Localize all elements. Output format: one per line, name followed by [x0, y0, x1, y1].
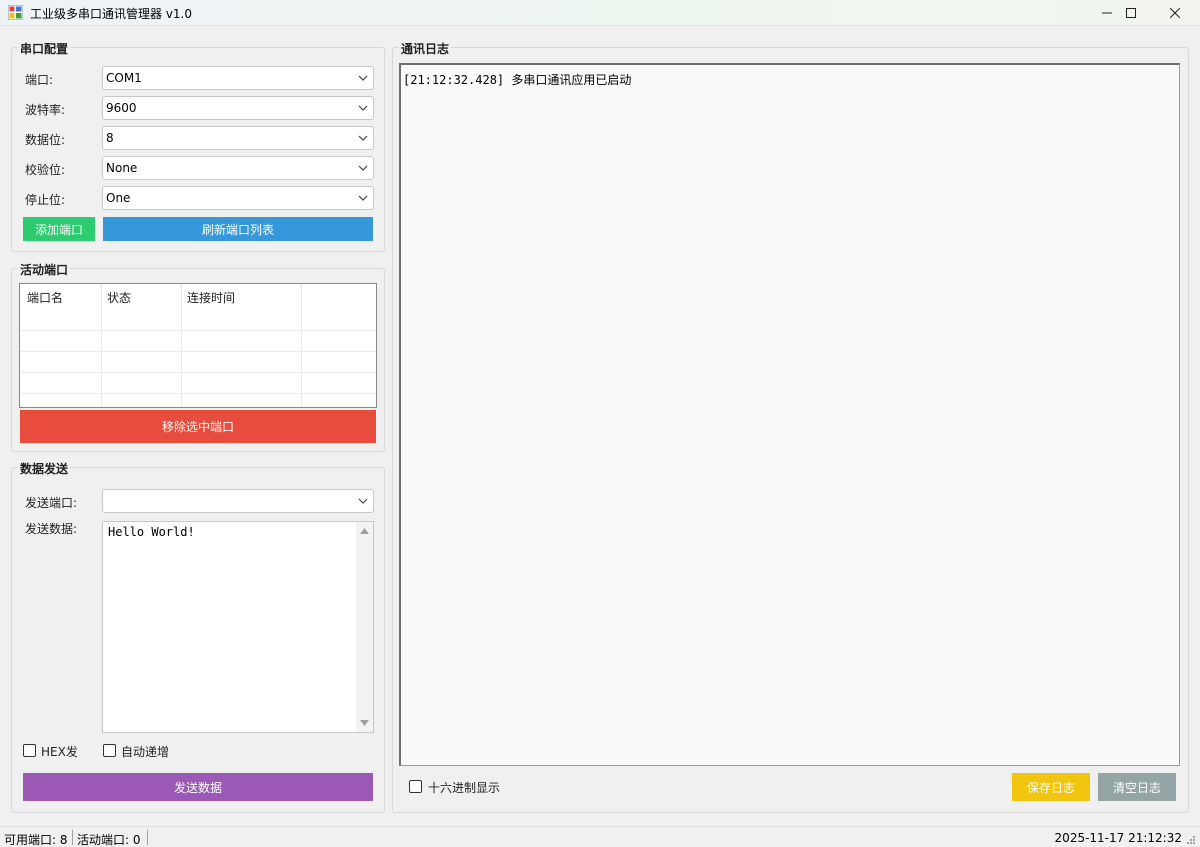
serial-config-title: 串口配置 — [18, 40, 71, 57]
column-header-port-name[interactable]: 端口名 — [27, 289, 63, 306]
auto-increment-label: 自动递增 — [121, 745, 170, 759]
scroll-down-icon[interactable] — [360, 720, 369, 726]
databits-select[interactable]: 8 — [102, 126, 374, 150]
refresh-ports-button[interactable]: 刷新端口列表 — [103, 217, 373, 241]
close-icon — [1170, 8, 1180, 18]
port-select-value: COM1 — [106, 71, 142, 85]
chevron-down-icon — [358, 75, 368, 81]
chevron-down-icon — [358, 498, 368, 504]
maximize-button[interactable] — [1108, 0, 1154, 26]
baud-select[interactable]: 9600 — [102, 96, 374, 120]
send-data-label: 发送数据: — [25, 522, 78, 536]
send-data-button[interactable]: 发送数据 — [23, 773, 373, 801]
data-send-title: 数据发送 — [18, 460, 71, 477]
databits-label: 数据位: — [25, 133, 66, 147]
active-ports-title: 活动端口 — [18, 261, 71, 278]
clear-log-button[interactable]: 清空日志 — [1098, 773, 1176, 801]
status-separator — [147, 830, 148, 845]
log-entry: [21:12:32.428] 多串口通讯应用已启动 — [403, 73, 632, 87]
column-divider — [101, 284, 102, 407]
save-log-button[interactable]: 保存日志 — [1012, 773, 1090, 801]
status-datetime: 2025-11-17 21:12:32 — [1054, 831, 1182, 845]
column-header-connect-time[interactable]: 连接时间 — [187, 289, 235, 306]
stopbits-select-value: One — [106, 191, 131, 205]
hex-send-checkbox[interactable] — [23, 744, 36, 757]
available-ports-status: 可用端口: 8 — [4, 833, 68, 847]
column-header-status[interactable]: 状态 — [107, 289, 131, 306]
title-bar: 工业级多串口通讯管理器 v1.0 — [0, 0, 1200, 26]
close-button[interactable] — [1152, 0, 1198, 26]
active-ports-status: 活动端口: 0 — [77, 833, 141, 847]
serial-app-icon — [8, 5, 23, 20]
send-port-select[interactable] — [102, 489, 374, 513]
parity-select-value: None — [106, 161, 138, 175]
baud-label: 波特率: — [25, 103, 66, 117]
status-separator — [72, 830, 73, 845]
row-line — [20, 351, 376, 352]
hex-display-label: 十六进制显示 — [428, 781, 501, 795]
chevron-down-icon — [358, 165, 368, 171]
active-ports-table[interactable]: 端口名 状态 连接时间 — [19, 283, 377, 408]
parity-select[interactable]: None — [102, 156, 374, 180]
chevron-down-icon — [358, 135, 368, 141]
stopbits-label: 停止位: — [25, 193, 66, 207]
column-divider — [301, 284, 302, 407]
port-label: 端口: — [25, 73, 54, 87]
hex-send-label: HEX发 — [41, 745, 78, 759]
parity-label: 校验位: — [25, 163, 66, 177]
databits-select-value: 8 — [106, 131, 114, 145]
status-bar: 可用端口: 8 活动端口: 0 2025-11-17 21:12:32 — [0, 826, 1200, 847]
chevron-down-icon — [358, 105, 368, 111]
hex-display-checkbox[interactable] — [409, 780, 422, 793]
send-data-text: Hello World! — [108, 525, 195, 539]
send-data-scrollbar[interactable] — [356, 522, 373, 732]
add-port-button[interactable]: 添加端口 — [23, 217, 95, 241]
send-port-label: 发送端口: — [25, 496, 78, 510]
send-data-input[interactable]: Hello World! — [102, 521, 374, 733]
window-title: 工业级多串口通讯管理器 v1.0 — [30, 7, 193, 21]
chevron-down-icon — [358, 195, 368, 201]
row-line — [20, 393, 376, 394]
row-line — [20, 372, 376, 373]
scroll-up-icon[interactable] — [360, 528, 369, 534]
remove-port-button[interactable]: 移除选中端口 — [20, 410, 376, 443]
stopbits-select[interactable]: One — [102, 186, 374, 210]
port-select[interactable]: COM1 — [102, 66, 374, 90]
column-divider — [181, 284, 182, 407]
maximize-icon — [1126, 8, 1136, 18]
log-output[interactable]: [21:12:32.428] 多串口通讯应用已启动 — [399, 63, 1180, 766]
log-title: 通讯日志 — [399, 40, 452, 57]
baud-select-value: 9600 — [106, 101, 137, 115]
auto-increment-checkbox[interactable] — [103, 744, 116, 757]
resize-grip-icon[interactable] — [1186, 835, 1196, 845]
row-line — [20, 330, 376, 331]
